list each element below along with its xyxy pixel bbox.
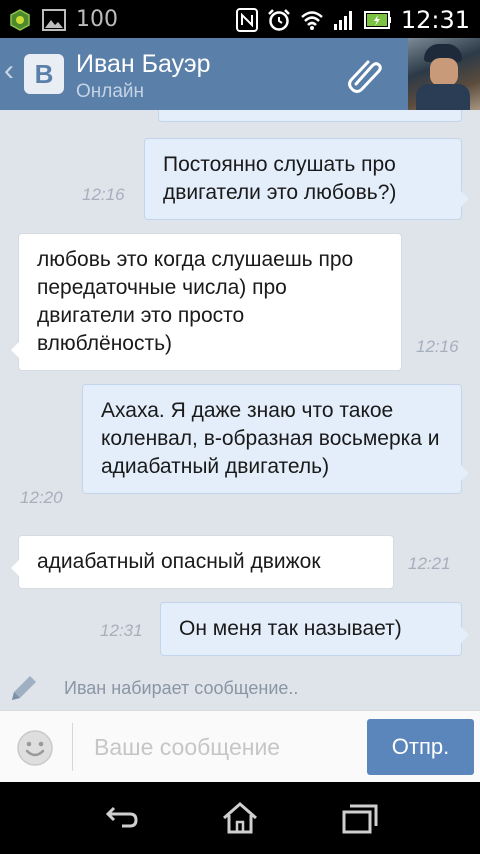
message-time: 12:16 <box>82 185 125 204</box>
message-time: 12:31 <box>100 621 143 640</box>
home-icon[interactable] <box>220 798 260 838</box>
message-bubble-out[interactable]: Постоянно слушать про двигатели это любо… <box>144 138 469 220</box>
message-input[interactable] <box>82 725 352 769</box>
alarm-icon <box>267 9 290 31</box>
message-text: любовь это когда слушаешь про передаточн… <box>37 248 354 355</box>
emoji-icon[interactable] <box>16 729 54 767</box>
game-notification-icon <box>10 8 30 31</box>
message-text: адиабатный опасный движок <box>37 550 321 573</box>
contact-name: Иван Бауэр <box>76 50 211 78</box>
message-time: 12:16 <box>416 337 459 356</box>
status-bar: 100 12:31 <box>0 0 480 38</box>
back-chevron-icon[interactable]: ‹ <box>4 56 14 86</box>
message-time: 12:21 <box>408 554 451 573</box>
back-icon[interactable] <box>100 798 140 838</box>
message-text: Он меня так называет) <box>179 617 402 640</box>
message-time: 12:20 <box>20 488 63 507</box>
status-time: 12:31 <box>400 6 470 34</box>
contact-status: Онлайн <box>76 81 145 102</box>
message-text: Ахаха. Я даже знаю что такое коленвал, в… <box>101 399 440 478</box>
message-bubble-in[interactable]: любовь это когда слушаешь про передаточн… <box>11 233 402 371</box>
signal-icon <box>333 11 352 30</box>
composer-divider <box>72 723 73 771</box>
message-text: Постоянно слушать про двигатели это любо… <box>163 153 397 204</box>
send-button[interactable]: Отпр. <box>367 719 474 775</box>
notification-count: 100 <box>76 7 118 32</box>
vk-logo[interactable]: B <box>24 54 64 94</box>
navigation-bar <box>0 782 480 854</box>
nfc-icon <box>235 8 258 32</box>
chat-header: ‹ B Иван Бауэр Онлайн <box>0 38 480 110</box>
battery-icon <box>363 11 391 29</box>
typing-indicator: Иван набирает сообщение.. <box>0 666 480 710</box>
message-bubble-in[interactable]: адиабатный опасный движок <box>11 535 394 589</box>
message-bubble-out[interactable]: Ахаха. Я даже знаю что такое коленвал, в… <box>82 384 469 494</box>
pencil-icon <box>12 676 36 700</box>
image-notification-icon <box>42 8 66 31</box>
typing-text: Иван набирает сообщение.. <box>64 678 299 698</box>
avatar[interactable] <box>408 38 480 110</box>
message-list[interactable]: Постоянно слушать про двигатели это любо… <box>0 110 480 710</box>
attach-icon[interactable] <box>344 54 386 94</box>
recent-apps-icon[interactable] <box>340 798 380 838</box>
message-composer: Отпр. <box>0 710 480 782</box>
message-bubble-partial <box>158 110 462 122</box>
message-bubble-out[interactable]: Он меня так называет) <box>160 602 469 656</box>
wifi-icon <box>300 11 323 30</box>
